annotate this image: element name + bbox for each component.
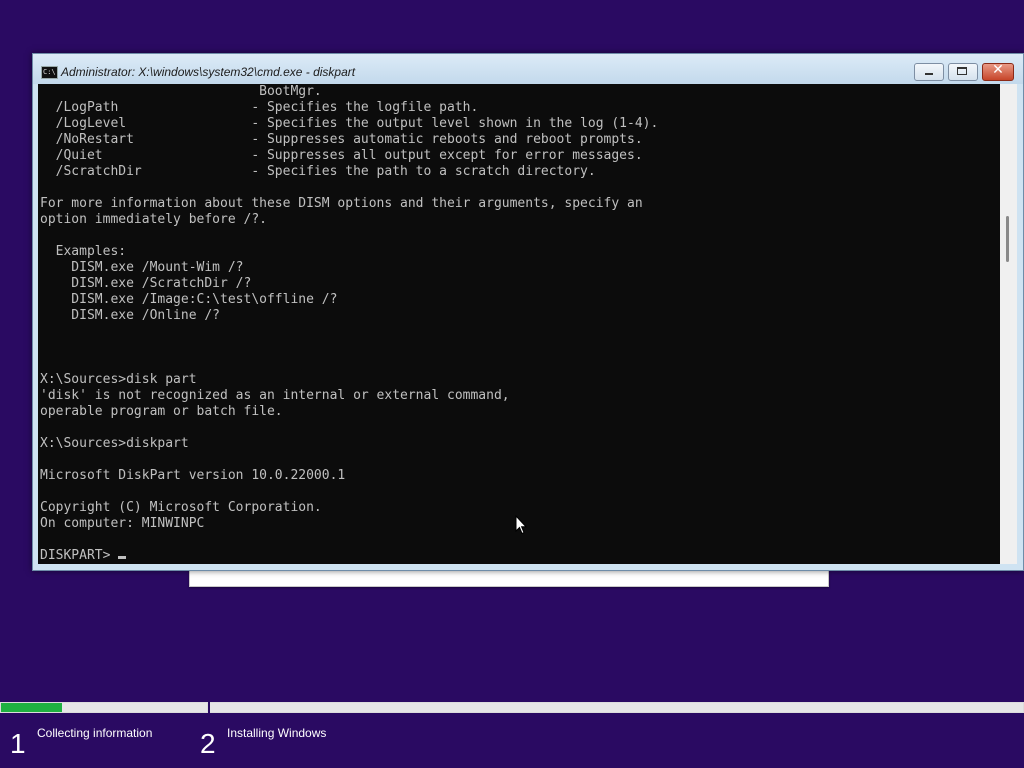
console-output[interactable]: BootMgr. /LogPath - Specifies the logfil…	[38, 84, 1000, 564]
scrollbar-thumb[interactable]	[1006, 216, 1009, 262]
minimize-icon	[925, 73, 933, 75]
text-cursor	[118, 556, 127, 559]
setup-progress-bar	[0, 702, 1024, 713]
step-number: 1	[10, 728, 26, 759]
title-bar[interactable]: C:\ Administrator: X:\windows\system32\c…	[33, 54, 1023, 84]
step-number: 2	[200, 728, 216, 759]
close-icon: ✕	[992, 62, 1004, 78]
progress-fill	[1, 703, 62, 712]
mouse-pointer-icon	[515, 515, 527, 535]
minimize-button[interactable]	[914, 63, 944, 81]
restore-icon	[957, 67, 967, 75]
maximize-button[interactable]	[948, 63, 978, 81]
window-title: Administrator: X:\windows\system32\cmd.e…	[61, 65, 356, 79]
cmd-icon: C:\	[41, 66, 58, 79]
vertical-scrollbar[interactable]	[1000, 84, 1017, 564]
command-prompt: DISKPART>	[40, 548, 119, 563]
step-label: Installing Windows	[227, 726, 327, 740]
step-label: Collecting information	[37, 726, 153, 740]
cmd-window[interactable]: C:\ Administrator: X:\windows\system32\c…	[32, 53, 1024, 571]
console-text: BootMgr. /LogPath - Specifies the logfil…	[40, 84, 659, 531]
progress-segment-installing	[210, 703, 1023, 712]
close-button[interactable]: ✕	[982, 62, 1014, 81]
